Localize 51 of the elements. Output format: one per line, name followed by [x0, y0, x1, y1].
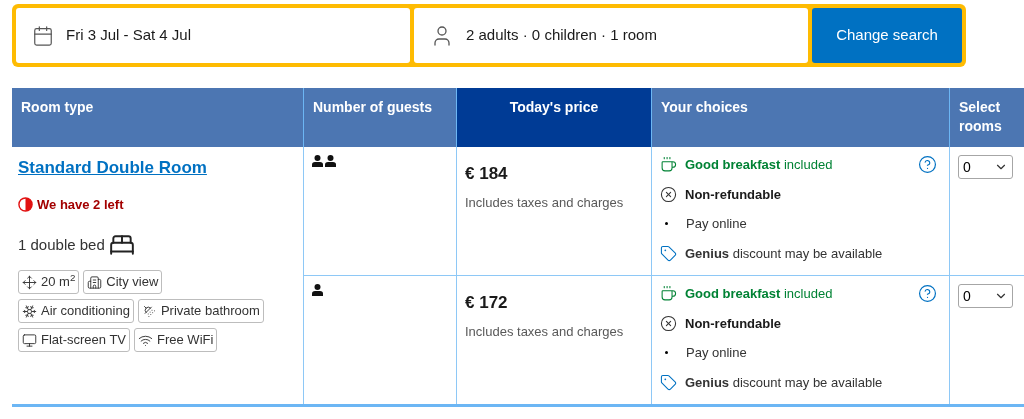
column-header: Number of guests	[304, 88, 457, 147]
change-search-button[interactable]: Change search	[812, 8, 962, 63]
pie-icon	[18, 196, 33, 212]
snowflake-icon	[22, 303, 37, 319]
two-guests-icon	[312, 155, 336, 167]
cup-icon	[660, 156, 677, 174]
price: € 184	[465, 163, 508, 185]
room-count-select[interactable]: 0	[958, 284, 1013, 308]
room-count-select[interactable]: 0	[958, 155, 1013, 179]
column-header: Room type	[12, 88, 304, 147]
calendar-icon	[32, 24, 54, 47]
price-note: Includes taxes and charges	[465, 193, 624, 212]
payment-text: Pay online	[686, 344, 747, 362]
facility-tag: City view	[83, 270, 163, 294]
monitor-icon	[22, 332, 37, 348]
cancel-icon	[660, 314, 677, 332]
payment-text: Pay online	[686, 215, 747, 233]
tag-icon	[660, 373, 677, 391]
breakfast-text: Good breakfast included	[685, 156, 833, 174]
room-name-link[interactable]: Standard Double Room	[18, 155, 207, 181]
breakfast-text: Good breakfast included	[685, 285, 833, 303]
column-header: Select rooms	[950, 88, 1024, 147]
bullet-icon	[665, 351, 668, 355]
discount-text: Genius discount may be available	[685, 244, 883, 263]
policy-text: Non-refundable	[685, 185, 782, 204]
bed-text: 1 double bed	[18, 234, 105, 255]
facility-tag: Air conditioning	[18, 299, 134, 323]
shower-icon	[141, 303, 157, 319]
guest-icon	[312, 284, 323, 296]
tag-icon	[660, 244, 677, 262]
bullet-icon	[665, 222, 668, 226]
availability-text: We have 2 left	[37, 195, 124, 214]
help-icon[interactable]	[918, 284, 937, 303]
guests-field[interactable]: 2 adults · 0 children · 1 room	[414, 8, 808, 63]
cup-icon	[660, 285, 677, 303]
bed-icon	[108, 232, 135, 258]
facility-tag: Flat-screen TV	[18, 328, 130, 352]
facility-tag: 20 m$^{2}$	[18, 270, 80, 294]
price-note: Includes taxes and charges	[465, 322, 624, 341]
discount-text: Genius discount may be available	[685, 373, 883, 392]
facility-tag: Private bathroom	[137, 299, 264, 323]
policy-text: Non-refundable	[685, 314, 782, 333]
column-header: Your choices	[652, 88, 950, 147]
column-header: Today's price	[457, 88, 652, 147]
price: € 172	[465, 292, 508, 314]
facility-tag: Free WiFi	[134, 328, 218, 352]
date-field[interactable]: Fri 3 Jul - Sat 4 Jul	[16, 8, 410, 63]
size-icon	[22, 274, 37, 290]
building-icon	[87, 274, 103, 290]
help-icon[interactable]	[918, 155, 937, 174]
cancel-icon	[660, 185, 677, 203]
